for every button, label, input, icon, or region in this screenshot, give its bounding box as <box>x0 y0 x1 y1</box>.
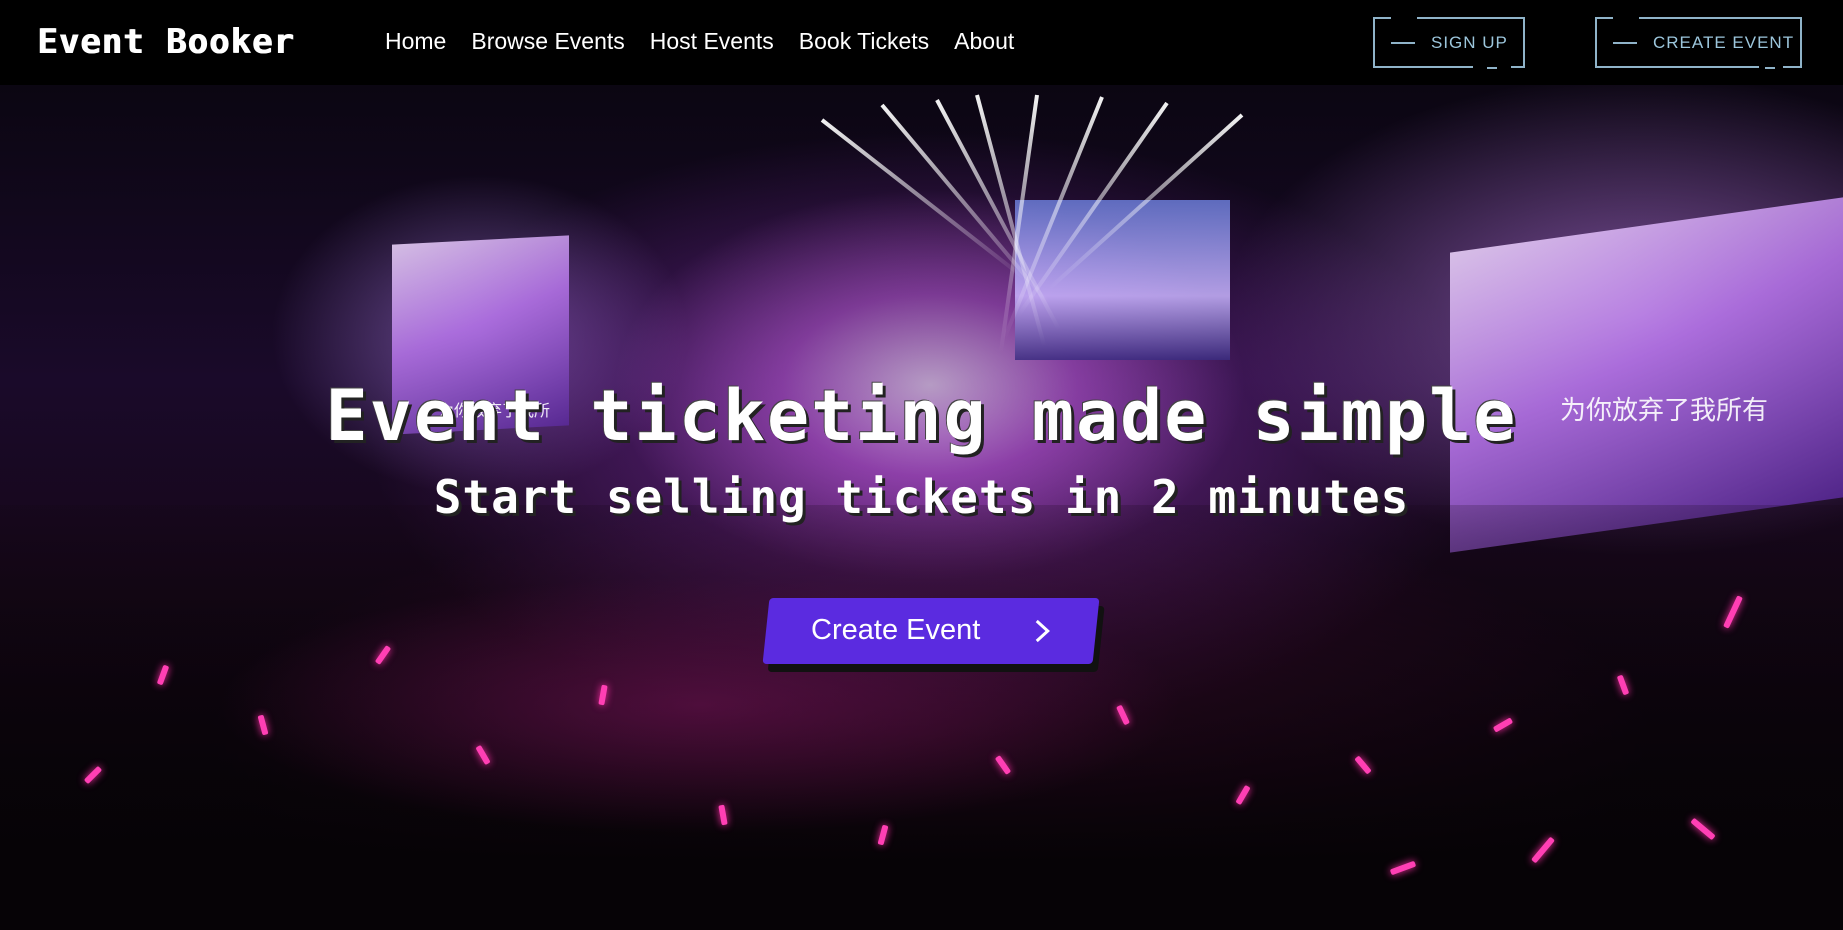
nav-link-book-tickets[interactable]: Book Tickets <box>799 28 929 55</box>
create-event-cta-button[interactable]: Create Event <box>762 598 1100 664</box>
crowd <box>0 505 1843 930</box>
glowstick <box>1690 817 1716 841</box>
glowstick <box>1531 836 1555 864</box>
glowstick <box>257 714 269 736</box>
site-logo[interactable]: Event Booker <box>37 22 295 62</box>
create-event-cta-label: Create Event <box>811 614 981 646</box>
bracket-gap <box>1391 16 1417 20</box>
dash-icon <box>1391 42 1415 44</box>
glowstick <box>83 765 103 785</box>
glowstick <box>1389 860 1417 876</box>
nav-link-host-events[interactable]: Host Events <box>650 28 774 55</box>
hero-headline: Event ticketing made simple <box>325 375 1518 457</box>
dash-icon <box>1613 42 1637 44</box>
nav-link-about[interactable]: About <box>954 28 1014 55</box>
glowstick <box>718 804 728 826</box>
sign-up-button[interactable]: SIGN UP <box>1373 16 1525 69</box>
light-beam <box>820 118 1029 282</box>
chevron-right-icon <box>1034 618 1052 649</box>
glowstick <box>994 755 1012 775</box>
nav-link-home[interactable]: Home <box>385 28 446 55</box>
glowstick <box>877 824 889 846</box>
create-event-nav-button[interactable]: CREATE EVENT <box>1595 16 1802 69</box>
glowstick <box>374 645 392 665</box>
nav-link-browse-events[interactable]: Browse Events <box>471 28 624 55</box>
glowstick <box>1723 595 1743 629</box>
hero-subheadline: Start selling tickets in 2 minutes <box>433 470 1410 524</box>
bracket-tick <box>1487 67 1497 69</box>
glowstick <box>156 664 170 686</box>
top-navbar: Event Booker Home Browse Events Host Eve… <box>0 0 1843 85</box>
sign-up-label: SIGN UP <box>1431 32 1508 52</box>
glowstick <box>598 684 608 706</box>
glowstick <box>1116 704 1130 726</box>
glowstick <box>1235 784 1251 806</box>
glowstick <box>1492 717 1514 733</box>
create-event-nav-label: CREATE EVENT <box>1653 32 1795 52</box>
bracket-gap <box>1613 16 1639 20</box>
glowstick <box>1616 674 1630 696</box>
main-nav: Home Browse Events Host Events Book Tick… <box>385 28 1014 55</box>
glowstick <box>475 744 491 766</box>
hero-section: 为你放弃了我所 为你放弃了我所有 Event ticketing made si… <box>0 85 1843 930</box>
bracket-tick <box>1765 67 1775 69</box>
glowstick <box>1354 755 1372 775</box>
